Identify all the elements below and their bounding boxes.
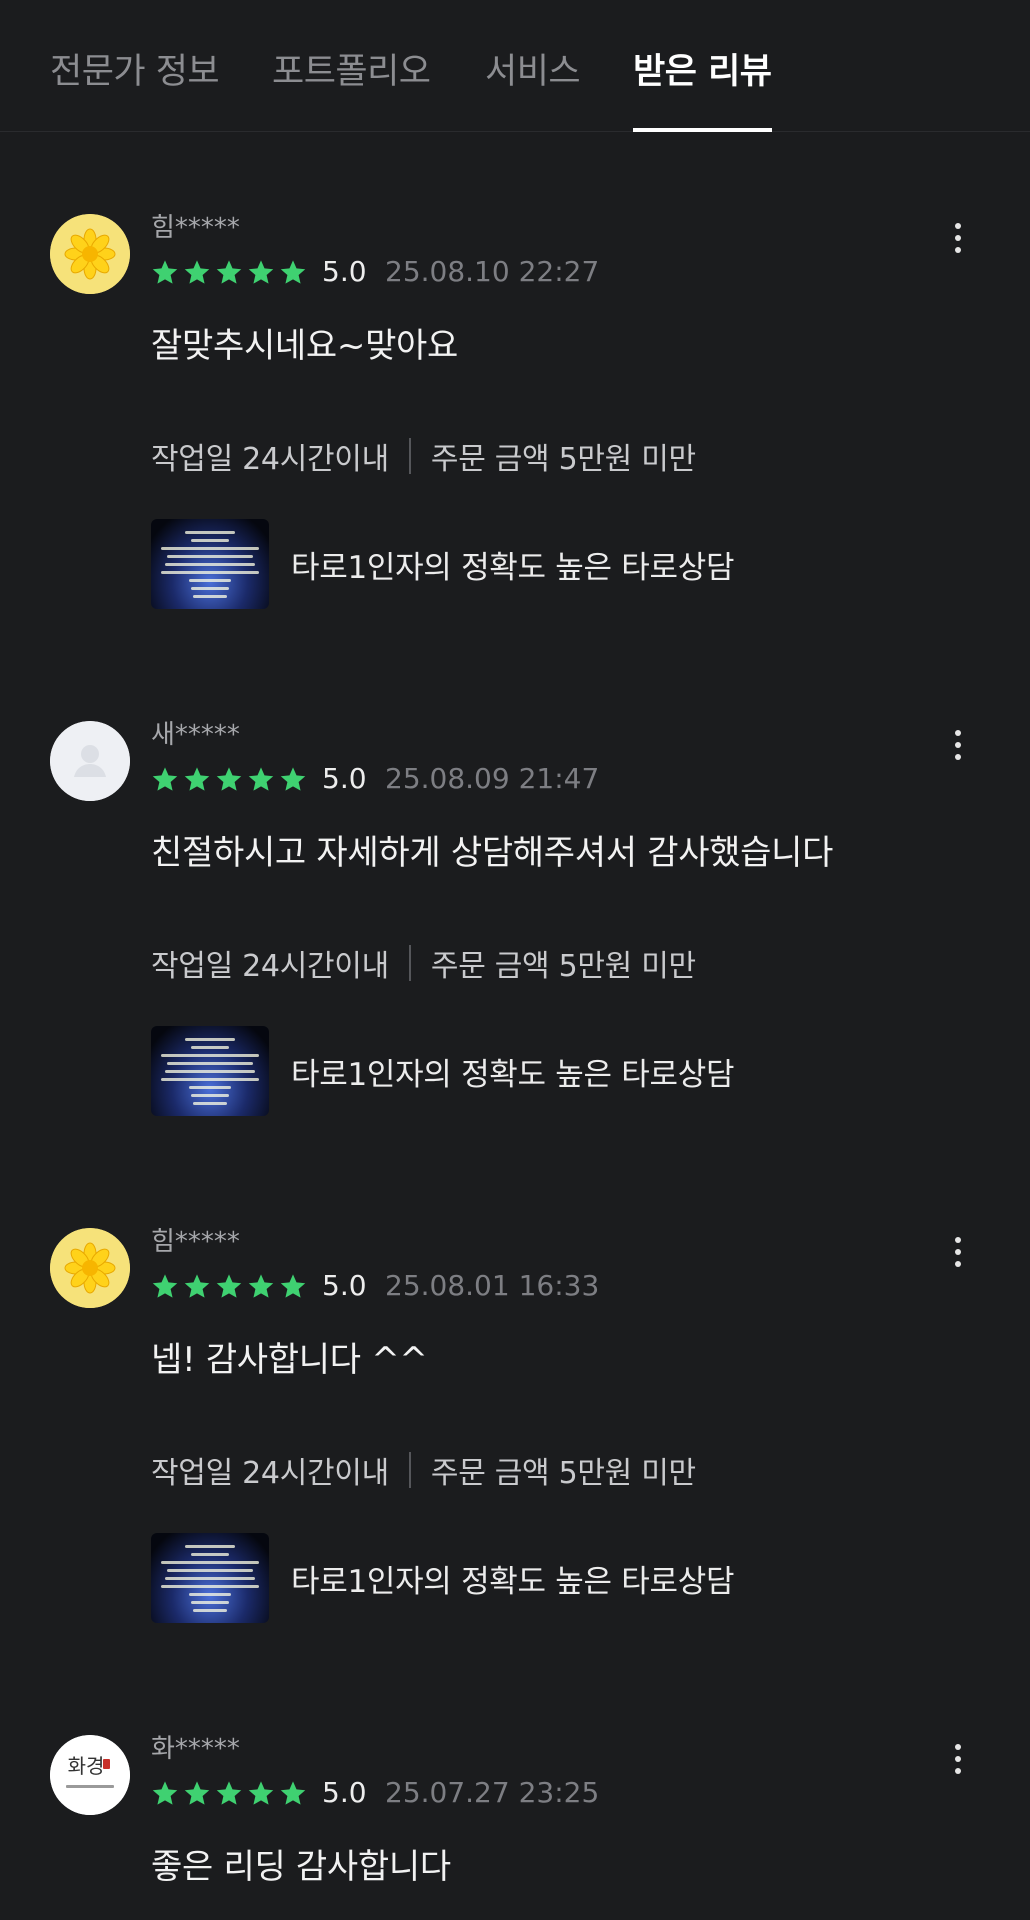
work-period: 작업일 24시간이내	[151, 949, 389, 984]
more-options-icon[interactable]	[940, 1228, 976, 1276]
reviewed-service-link[interactable]: 타로1인자의 정확도 높은 타로상담	[151, 519, 734, 609]
star-icon	[248, 1781, 274, 1805]
star-icon	[152, 1781, 178, 1805]
more-options-icon[interactable]	[940, 721, 976, 769]
rating-stars	[151, 1779, 311, 1807]
review-item: 힘***** 5.0 25.08.10 22:27 잘맞추시네요~맞아요 작업일…	[0, 213, 1030, 720]
star-icon	[280, 1781, 306, 1805]
active-tab-indicator	[633, 128, 772, 132]
review-meta: 작업일 24시간이내 주문 금액 5만원 미만	[151, 1450, 696, 1491]
star-icon	[184, 1274, 210, 1298]
rating-score: 5.0	[322, 1269, 367, 1302]
star-icon	[280, 1274, 306, 1298]
star-icon	[248, 767, 274, 791]
review-meta: 작업일 24시간이내 주문 금액 5만원 미만	[151, 436, 696, 477]
review-meta: 작업일 24시간이내 주문 금액 5만원 미만	[151, 943, 696, 984]
avatar-logo-text: 화경	[68, 1754, 105, 1778]
more-options-icon[interactable]	[940, 1735, 976, 1783]
review-date: 25.07.27 23:25	[385, 1776, 600, 1809]
order-amount: 주문 금액 5만원 미만	[430, 949, 696, 984]
reviewer-name: 힘*****	[151, 213, 240, 243]
star-icon	[216, 767, 242, 791]
tab-expert-info[interactable]: 전문가 정보	[50, 48, 220, 132]
review-comment: 잘맞추시네요~맞아요	[151, 326, 459, 366]
star-icon	[152, 260, 178, 284]
tab-portfolio[interactable]: 포트폴리오	[272, 48, 431, 132]
star-icon	[216, 1274, 242, 1298]
flower-avatar-icon	[50, 214, 130, 294]
service-thumbnail	[151, 1533, 269, 1623]
review-date: 25.08.10 22:27	[385, 255, 600, 288]
service-title: 타로1인자의 정확도 높은 타로상담	[291, 549, 735, 586]
more-options-icon[interactable]	[940, 214, 976, 262]
rating-stars	[151, 1272, 311, 1300]
star-icon	[152, 767, 178, 791]
work-period: 작업일 24시간이내	[151, 442, 389, 477]
order-amount: 주문 금액 5만원 미만	[430, 442, 696, 477]
tab-received-reviews-label: 받은 리뷰	[633, 52, 772, 92]
review-item: 힘***** 5.0 25.08.01 16:33 넵! 감사합니다 ^^ 작업…	[0, 1227, 1030, 1734]
reviewed-service-link[interactable]: 타로1인자의 정확도 높은 타로상담	[151, 1026, 734, 1116]
meta-divider	[408, 1452, 411, 1488]
star-icon	[184, 260, 210, 284]
tab-services[interactable]: 서비스	[485, 48, 581, 132]
service-title: 타로1인자의 정확도 높은 타로상담	[291, 1056, 735, 1093]
review-date: 25.08.09 21:47	[385, 762, 600, 795]
rating-stars	[151, 765, 311, 793]
work-period: 작업일 24시간이내	[151, 1456, 389, 1491]
rating-stars	[151, 258, 311, 286]
star-icon	[280, 767, 306, 791]
service-title: 타로1인자의 정확도 높은 타로상담	[291, 1563, 735, 1600]
rating-score: 5.0	[322, 762, 367, 795]
star-icon	[216, 1781, 242, 1805]
star-icon	[216, 260, 242, 284]
tab-received-reviews[interactable]: 받은 리뷰	[633, 48, 772, 132]
star-icon	[248, 260, 274, 284]
reviewer-name: 힘*****	[151, 1227, 240, 1257]
rating-score: 5.0	[322, 1776, 367, 1809]
review-comment: 좋은 리딩 감사합니다	[151, 1847, 451, 1887]
flower-avatar-icon	[50, 1228, 130, 1308]
brand-logo-avatar-icon: 화경	[50, 1735, 130, 1815]
review-comment: 넵! 감사합니다 ^^	[151, 1340, 428, 1380]
order-amount: 주문 금액 5만원 미만	[430, 1456, 696, 1491]
reviewer-name: 화*****	[151, 1735, 240, 1764]
service-thumbnail	[151, 1026, 269, 1116]
star-icon	[184, 767, 210, 791]
rating-score: 5.0	[322, 255, 367, 288]
reviewed-service-link[interactable]: 타로1인자의 정확도 높은 타로상담	[151, 1533, 734, 1623]
review-item: 새***** 5.0 25.08.09 21:47 친절하시고 자세하게 상담해…	[0, 720, 1030, 1227]
meta-divider	[408, 438, 411, 474]
service-thumbnail	[151, 519, 269, 609]
default-user-avatar-icon	[50, 721, 130, 801]
reviewer-name: 새*****	[151, 720, 240, 750]
review-date: 25.08.01 16:33	[385, 1269, 600, 1302]
star-icon	[152, 1274, 178, 1298]
meta-divider	[408, 945, 411, 981]
review-item: 화경 화***** 5.0 25.07.27 23:25 좋은 리딩 감사합니다	[0, 1735, 1030, 1920]
star-icon	[184, 1781, 210, 1805]
star-icon	[280, 260, 306, 284]
tab-bar: 전문가 정보 포트폴리오 서비스 받은 리뷰	[0, 0, 1030, 132]
review-comment: 친절하시고 자세하게 상담해주셔서 감사했습니다	[151, 833, 834, 873]
star-icon	[248, 1274, 274, 1298]
